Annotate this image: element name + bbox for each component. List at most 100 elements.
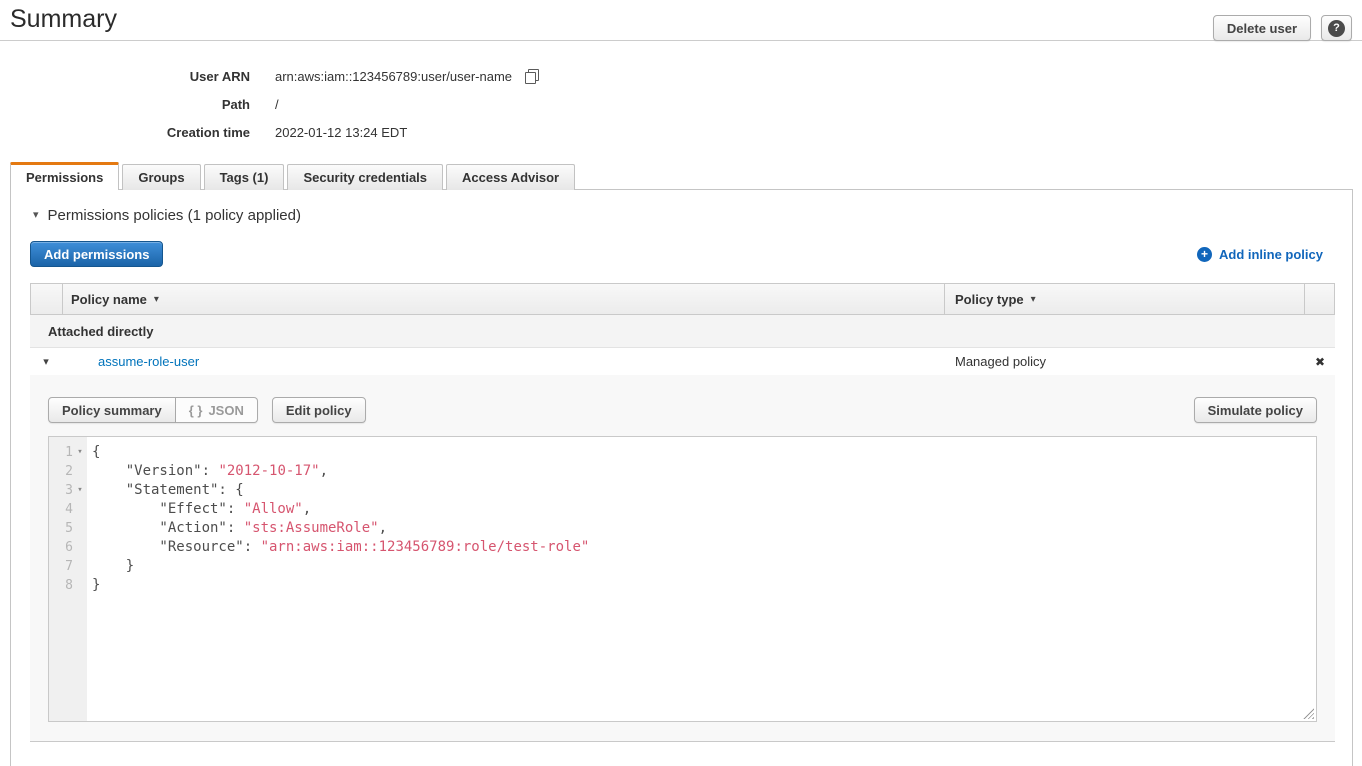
creation-time-label: Creation time — [0, 125, 250, 140]
user-arn-text: arn:aws:iam::123456789:user/user-name — [275, 69, 512, 84]
permissions-policies-heading-text: Permissions policies (1 policy applied) — [48, 207, 301, 224]
code-line[interactable]: "Version": "2012-10-17", — [92, 462, 1316, 481]
line-number: 1 — [52, 443, 73, 462]
header-actions: Delete user ? — [1213, 15, 1352, 41]
code-line[interactable]: } — [92, 557, 1316, 576]
fold-spacer — [73, 576, 87, 595]
panel-content: ▾ Permissions policies (1 policy applied… — [11, 190, 1352, 742]
page-title: Summary — [10, 5, 117, 34]
attached-directly-label: Attached directly — [48, 324, 153, 339]
json-plain-token: "Effect": — [92, 501, 244, 517]
gutter-line: 4 — [49, 500, 87, 519]
policy-type-cell: Managed policy — [945, 354, 1305, 369]
collapse-caret-icon[interactable]: ▾ — [33, 210, 39, 221]
user-arn-value: arn:aws:iam::123456789:user/user-name — [275, 69, 539, 84]
tab-access-advisor[interactable]: Access Advisor — [446, 164, 575, 190]
gutter-line: 3▾ — [49, 481, 87, 500]
field-row-user-arn: User ARN arn:aws:iam::123456789:user/use… — [0, 62, 539, 90]
json-string-token: "2012-10-17" — [218, 463, 319, 479]
policy-actions-row: Add permissions + Add inline policy — [30, 241, 1335, 267]
json-policy-editor[interactable]: 1▾23▾45678 { "Version": "2012-10-17", "S… — [48, 436, 1317, 722]
fold-spacer — [73, 462, 87, 481]
tab-permissions[interactable]: Permissions — [10, 162, 119, 190]
summary-fields: User ARN arn:aws:iam::123456789:user/use… — [0, 62, 539, 146]
tab-bar: Permissions Groups Tags (1) Security cre… — [10, 162, 1353, 190]
policy-detail-expanded-row: Policy summary { } JSON Edit policy Simu… — [30, 375, 1335, 742]
editor-gutter: 1▾23▾45678 — [49, 437, 87, 721]
policy-type-header-label: Policy type — [955, 292, 1024, 307]
policy-detail-actions: Policy summary { } JSON Edit policy Simu… — [48, 397, 1317, 423]
code-line[interactable]: "Effect": "Allow", — [92, 500, 1316, 519]
json-button-label: JSON — [208, 403, 243, 418]
code-line[interactable]: { — [92, 443, 1316, 462]
policy-name-header-label: Policy name — [71, 292, 147, 307]
line-number: 2 — [52, 462, 73, 481]
edit-policy-button[interactable]: Edit policy — [272, 397, 366, 423]
add-inline-policy-label: Add inline policy — [1219, 247, 1323, 262]
policy-table: Policy name ▾ Policy type ▾ Attached dir… — [30, 283, 1335, 742]
creation-time-value: 2022-01-12 13:24 EDT — [275, 125, 407, 140]
field-row-path: Path / — [0, 90, 539, 118]
fold-spacer — [73, 557, 87, 576]
policy-name-column-header[interactable]: Policy name ▾ — [63, 284, 944, 314]
simulate-policy-button[interactable]: Simulate policy — [1194, 397, 1317, 423]
gutter-line: 1▾ — [49, 443, 87, 462]
sort-caret-icon: ▾ — [1031, 294, 1036, 305]
tab-tags[interactable]: Tags (1) — [204, 164, 285, 190]
fold-caret-icon[interactable]: ▾ — [73, 481, 87, 500]
gutter-line: 6 — [49, 538, 87, 557]
policy-name-link[interactable]: assume-role-user — [98, 354, 199, 369]
editor-code[interactable]: { "Version": "2012-10-17", "Statement": … — [87, 437, 1316, 721]
detach-policy-icon[interactable]: ✖ — [1305, 355, 1335, 369]
row-expand-caret-icon[interactable]: ▾ — [30, 355, 62, 368]
policy-view-toggle-group: Policy summary { } JSON — [48, 397, 258, 423]
line-number: 6 — [52, 538, 73, 557]
policy-type-column-header[interactable]: Policy type ▾ — [944, 284, 1304, 314]
action-column-header — [1304, 284, 1334, 314]
fold-spacer — [73, 500, 87, 519]
add-inline-policy-link[interactable]: + Add inline policy — [1197, 247, 1323, 262]
help-icon: ? — [1328, 20, 1345, 37]
code-line[interactable]: "Statement": { — [92, 481, 1316, 500]
line-number: 8 — [52, 576, 73, 595]
iam-user-summary-page: Summary Delete user ? User ARN arn:aws:i… — [0, 0, 1362, 766]
json-view-button[interactable]: { } JSON — [176, 397, 258, 423]
json-string-token: "sts:AssumeRole" — [244, 520, 379, 536]
line-number: 3 — [52, 481, 73, 500]
add-permissions-button[interactable]: Add permissions — [30, 241, 163, 267]
policy-name-cell: assume-role-user — [62, 354, 945, 369]
policy-summary-button[interactable]: Policy summary — [48, 397, 176, 423]
json-plain-token: "Version": — [92, 463, 218, 479]
json-plain-token: , — [379, 520, 387, 536]
fold-spacer — [73, 519, 87, 538]
path-label: Path — [0, 97, 250, 112]
json-plain-token: "Action": — [92, 520, 244, 536]
code-line[interactable]: } — [92, 576, 1316, 595]
delete-user-button[interactable]: Delete user — [1213, 15, 1311, 41]
permissions-policies-heading: ▾ Permissions policies (1 policy applied… — [33, 207, 1335, 224]
tab-security-credentials[interactable]: Security credentials — [287, 164, 443, 190]
policy-view-buttons: Policy summary { } JSON Edit policy — [48, 397, 366, 423]
attached-directly-group-row: Attached directly — [30, 315, 1335, 348]
fold-spacer — [73, 538, 87, 557]
code-line[interactable]: "Action": "sts:AssumeRole", — [92, 519, 1316, 538]
json-string-token: "Allow" — [244, 501, 303, 517]
expander-column-header — [31, 284, 63, 314]
json-plain-token: "Resource": — [92, 539, 261, 555]
line-number: 5 — [52, 519, 73, 538]
user-arn-label: User ARN — [0, 69, 250, 84]
json-plain-token: } — [92, 577, 100, 593]
tab-groups[interactable]: Groups — [122, 164, 200, 190]
help-button[interactable]: ? — [1321, 15, 1352, 41]
field-row-creation-time: Creation time 2022-01-12 13:24 EDT — [0, 118, 539, 146]
gutter-line: 8 — [49, 576, 87, 595]
table-row: ▾ assume-role-user Managed policy ✖ — [30, 348, 1335, 375]
copy-icon[interactable] — [525, 69, 539, 84]
json-plain-token: , — [320, 463, 328, 479]
json-string-token: "arn:aws:iam::123456789:role/test-role" — [261, 539, 590, 555]
code-line[interactable]: "Resource": "arn:aws:iam::123456789:role… — [92, 538, 1316, 557]
fold-caret-icon[interactable]: ▾ — [73, 443, 87, 462]
gutter-line: 5 — [49, 519, 87, 538]
gutter-line: 2 — [49, 462, 87, 481]
json-plain-token: "Statement": { — [92, 482, 244, 498]
